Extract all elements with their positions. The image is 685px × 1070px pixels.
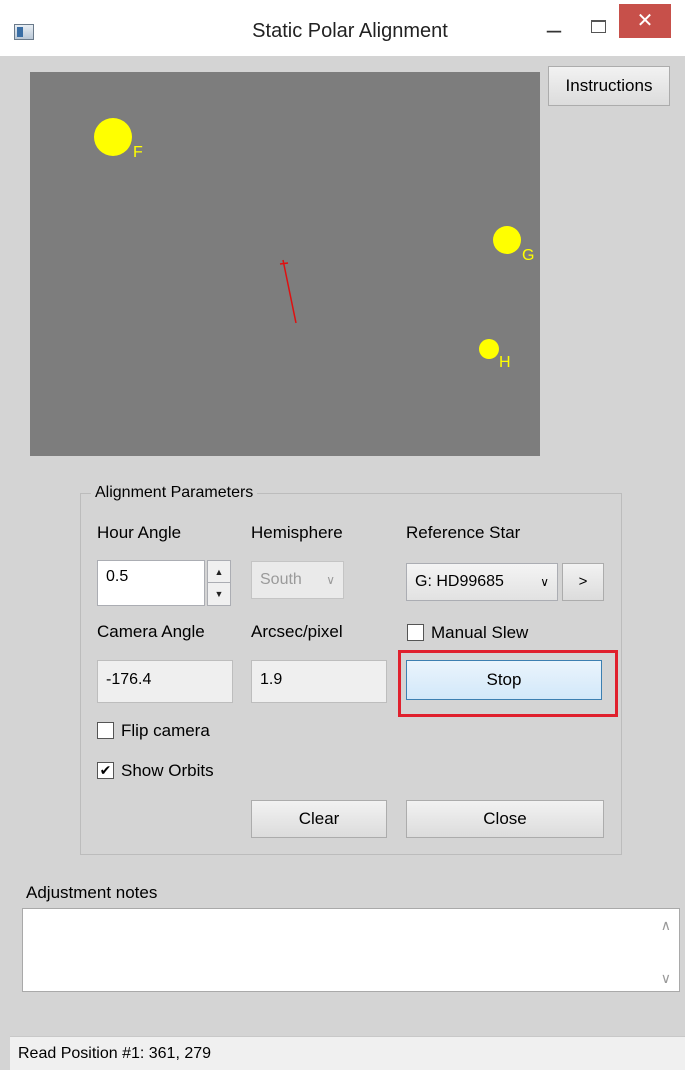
show-orbits-checkbox[interactable]: ✔ bbox=[97, 762, 114, 779]
maximize-icon bbox=[590, 20, 606, 33]
title-bar: Static Polar Alignment – ✕ bbox=[0, 0, 685, 56]
flip-camera-checkbox[interactable] bbox=[97, 722, 114, 739]
maximize-button[interactable] bbox=[583, 8, 613, 44]
camera-angle-field: -176.4 bbox=[97, 660, 233, 703]
flip-camera-label[interactable]: Flip camera bbox=[121, 721, 210, 741]
hemisphere-select: South ∨ bbox=[251, 561, 344, 599]
reference-star-value: G: HD99685 bbox=[415, 573, 504, 590]
instructions-button[interactable]: Instructions bbox=[548, 66, 670, 106]
camera-angle-label: Camera Angle bbox=[97, 622, 205, 641]
orbit-trail bbox=[282, 259, 297, 324]
arcsec-per-pixel-label: Arcsec/pixel bbox=[251, 622, 343, 641]
star-f-label: F bbox=[133, 144, 143, 161]
scroll-down-icon[interactable]: ∨ bbox=[661, 970, 671, 987]
status-text: Read Position #1: 361, 279 bbox=[18, 1045, 212, 1062]
star-g-label: G bbox=[522, 247, 534, 264]
status-bar: Read Position #1: 361, 279 bbox=[10, 1036, 685, 1070]
star-preview-canvas: F G H bbox=[94, 118, 534, 371]
star-g-marker bbox=[493, 226, 521, 254]
hemisphere-label: Hemisphere bbox=[251, 523, 343, 542]
show-orbits-label[interactable]: Show Orbits bbox=[121, 761, 214, 781]
reference-star-label: Reference Star bbox=[406, 523, 521, 542]
star-f-marker bbox=[94, 118, 132, 156]
scroll-up-icon[interactable]: ∧ bbox=[661, 917, 671, 934]
next-star-button[interactable]: > bbox=[562, 563, 604, 601]
star-preview[interactable]: F G H bbox=[30, 72, 540, 456]
spin-up-icon[interactable]: ▲ bbox=[208, 561, 230, 583]
manual-slew-label[interactable]: Manual Slew bbox=[431, 623, 528, 643]
adjustment-notes-textarea[interactable]: ∧ ∨ bbox=[22, 908, 680, 992]
checkmark-icon: ✔ bbox=[99, 762, 112, 778]
close-window-button[interactable]: ✕ bbox=[619, 4, 671, 38]
manual-slew-checkbox[interactable] bbox=[407, 624, 424, 641]
close-button[interactable]: Close bbox=[406, 800, 604, 838]
orbit-tick bbox=[279, 262, 289, 265]
app-icon bbox=[14, 24, 34, 40]
adjustment-notes-label: Adjustment notes bbox=[26, 883, 158, 902]
arcsec-per-pixel-field: 1.9 bbox=[251, 660, 387, 703]
hour-angle-label: Hour Angle bbox=[97, 523, 182, 542]
static-polar-alignment-window: Static Polar Alignment – ✕ F G H Instruc… bbox=[0, 0, 685, 1070]
hemisphere-value: South bbox=[260, 571, 302, 588]
alignment-parameters-title: Alignment Parameters bbox=[91, 484, 258, 502]
chevron-down-icon: ∨ bbox=[540, 575, 549, 589]
star-h-label: H bbox=[499, 354, 511, 371]
hour-angle-input[interactable]: 0.5 bbox=[97, 560, 205, 606]
star-h-marker bbox=[479, 339, 499, 359]
spin-down-icon[interactable]: ▼ bbox=[208, 583, 230, 605]
stop-button-highlight bbox=[398, 650, 618, 717]
clear-button[interactable]: Clear bbox=[251, 800, 387, 838]
reference-star-select[interactable]: G: HD99685 ∨ bbox=[406, 563, 558, 601]
window-title: Static Polar Alignment bbox=[252, 20, 448, 42]
minimize-button[interactable]: – bbox=[535, 14, 573, 50]
hour-angle-spinner[interactable]: ▲ ▼ bbox=[207, 560, 231, 606]
chevron-down-icon: ∨ bbox=[326, 573, 335, 587]
